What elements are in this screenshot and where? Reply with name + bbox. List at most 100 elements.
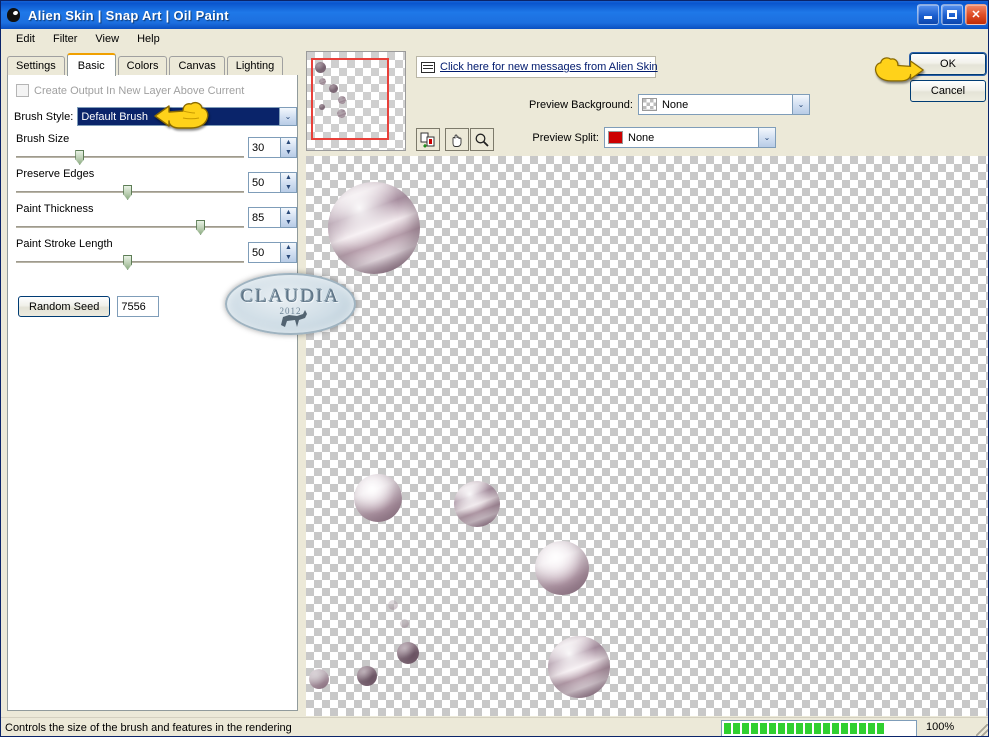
status-bar: Controls the size of the brush and featu… (1, 717, 988, 736)
new-messages-link[interactable]: Click here for new messages from Alien S… (440, 61, 658, 73)
progress-bar (721, 720, 917, 736)
menu-item-edit[interactable]: Edit (7, 31, 44, 47)
cancel-button[interactable]: Cancel (910, 80, 986, 102)
resize-grip[interactable] (976, 724, 988, 736)
paint-thickness-control: Paint Thickness ▲ ▼ (16, 203, 297, 235)
thumb-sphere (315, 62, 326, 73)
preserve-edges-control: Preserve Edges ▲ ▼ (16, 168, 297, 200)
brush-size-input[interactable] (249, 138, 280, 157)
rendered-sphere (388, 600, 398, 610)
chevron-down-icon[interactable]: ⌄ (791, 95, 809, 114)
brush-style-dropdown[interactable]: Default Brush ⌄ (77, 107, 297, 126)
brush-style-label: Brush Style: (14, 110, 74, 123)
window-buttons: ✕ (917, 4, 987, 25)
preview-split-row: Preview Split: None ⌄ (529, 127, 776, 148)
status-hint-text: Controls the size of the brush and featu… (5, 722, 292, 734)
menu-item-help[interactable]: Help (128, 31, 169, 47)
paint-stroke-length-slider[interactable] (16, 255, 244, 270)
paint-stroke-length-control: Paint Stroke Length ▲ ▼ (16, 238, 297, 270)
rendered-sphere (400, 619, 409, 628)
tab-canvas[interactable]: Canvas (169, 56, 225, 75)
preserve-edges-slider[interactable] (16, 185, 244, 200)
window-title: Alien Skin | Snap Art | Oil Paint (28, 7, 229, 23)
title-bar: Alien Skin | Snap Art | Oil Paint ✕ (1, 1, 988, 29)
hand-pan-icon[interactable] (445, 128, 469, 151)
paint-stroke-length-spin-buttons[interactable]: ▲ ▼ (280, 243, 296, 262)
create-output-new-layer-label: Create Output In New Layer Above Current (34, 84, 245, 97)
zoom-magnifier-icon[interactable] (470, 128, 494, 151)
app-window: Alien Skin | Snap Art | Oil Paint ✕ Edit… (0, 0, 989, 737)
spin-down-icon[interactable]: ▼ (281, 218, 296, 228)
rendered-sphere (548, 636, 610, 698)
split-color-swatch-icon (608, 131, 623, 144)
brush-size-spinner[interactable]: ▲ ▼ (248, 137, 297, 158)
preview-background-value: None (661, 98, 689, 111)
random-seed-input[interactable] (117, 296, 160, 317)
rendered-sphere (309, 669, 329, 689)
thumb-sphere (337, 109, 346, 118)
paint-stroke-length-input[interactable] (249, 243, 280, 262)
minimize-button[interactable] (917, 4, 939, 25)
paint-stroke-length-slider-thumb[interactable] (123, 255, 133, 270)
spin-up-icon[interactable]: ▲ (281, 173, 296, 183)
menu-item-filter[interactable]: Filter (44, 31, 86, 47)
dialog-buttons: OK Cancel (910, 53, 986, 107)
paint-thickness-input[interactable] (249, 208, 280, 227)
chevron-down-icon[interactable]: ⌄ (758, 128, 775, 147)
preview-tool-buttons (416, 128, 495, 151)
preview-canvas[interactable] (306, 156, 988, 716)
thumb-sphere (329, 84, 338, 93)
random-seed-button[interactable]: Random Seed (18, 296, 111, 317)
preserve-edges-spinner[interactable]: ▲ ▼ (248, 172, 297, 193)
ok-button[interactable]: OK (910, 53, 986, 75)
spin-down-icon[interactable]: ▼ (281, 183, 296, 193)
tab-settings[interactable]: Settings (7, 56, 65, 75)
preview-navigator-thumbnail[interactable] (306, 51, 406, 151)
rendered-sphere (328, 182, 420, 274)
random-seed-row: Random Seed (18, 296, 160, 317)
create-output-new-layer-checkbox[interactable]: Create Output In New Layer Above Current (16, 84, 244, 97)
chevron-down-icon[interactable]: ⌄ (279, 108, 296, 125)
paint-thickness-spinner[interactable]: ▲ ▼ (248, 207, 297, 228)
tab-strip: Settings Basic Colors Canvas Lighting (7, 53, 285, 76)
paint-thickness-slider-thumb[interactable] (196, 220, 206, 235)
maximize-button[interactable] (941, 4, 963, 25)
spin-down-icon[interactable]: ▼ (281, 148, 296, 158)
rendered-sphere (354, 474, 402, 522)
thumb-sphere (319, 78, 326, 85)
tab-colors[interactable]: Colors (117, 56, 168, 75)
preserve-edges-spin-buttons[interactable]: ▲ ▼ (280, 173, 296, 192)
brush-size-slider-thumb[interactable] (75, 150, 85, 165)
brush-style-row: Brush Style: Default Brush ⌄ (14, 107, 297, 126)
rendered-sphere (535, 541, 589, 595)
menu-item-view[interactable]: View (86, 31, 128, 47)
tab-panel-basic: Create Output In New Layer Above Current… (7, 75, 298, 711)
spin-up-icon[interactable]: ▲ (281, 138, 296, 148)
checkerboard-swatch-icon (641, 98, 657, 111)
brush-size-slider[interactable] (16, 150, 244, 165)
close-button[interactable]: ✕ (965, 4, 987, 25)
paint-stroke-length-spinner[interactable]: ▲ ▼ (248, 242, 297, 263)
brush-size-spin-buttons[interactable]: ▲ ▼ (280, 138, 296, 157)
spin-down-icon[interactable]: ▼ (281, 253, 296, 263)
watermark-name: CLAUDIA (240, 286, 341, 307)
preserve-edges-slider-thumb[interactable] (123, 185, 133, 200)
compare-before-after-icon[interactable] (416, 128, 440, 151)
tab-basic[interactable]: Basic (66, 53, 116, 76)
spin-up-icon[interactable]: ▲ (281, 208, 296, 218)
preserve-edges-input[interactable] (249, 173, 280, 192)
preview-background-combo[interactable]: None ⌄ (637, 94, 810, 115)
alien-skin-messages-bar[interactable]: Click here for new messages from Alien S… (416, 56, 658, 78)
rendered-sphere (397, 642, 419, 664)
preview-split-value: None (628, 131, 655, 144)
preview-split-label: Preview Split: (532, 131, 599, 144)
watermark-overlay: CLAUDIA 2012 (225, 273, 356, 335)
paint-thickness-slider[interactable] (16, 220, 244, 235)
paint-thickness-spin-buttons[interactable]: ▲ ▼ (280, 208, 296, 227)
preview-split-combo[interactable]: None ⌄ (604, 127, 776, 148)
spin-up-icon[interactable]: ▲ (281, 243, 296, 253)
brush-size-control: Brush Size ▲ ▼ (16, 133, 297, 165)
settings-panel: Settings Basic Colors Canvas Lighting Cr… (1, 49, 304, 716)
checkbox-box[interactable] (16, 84, 29, 97)
tab-lighting[interactable]: Lighting (226, 56, 284, 75)
